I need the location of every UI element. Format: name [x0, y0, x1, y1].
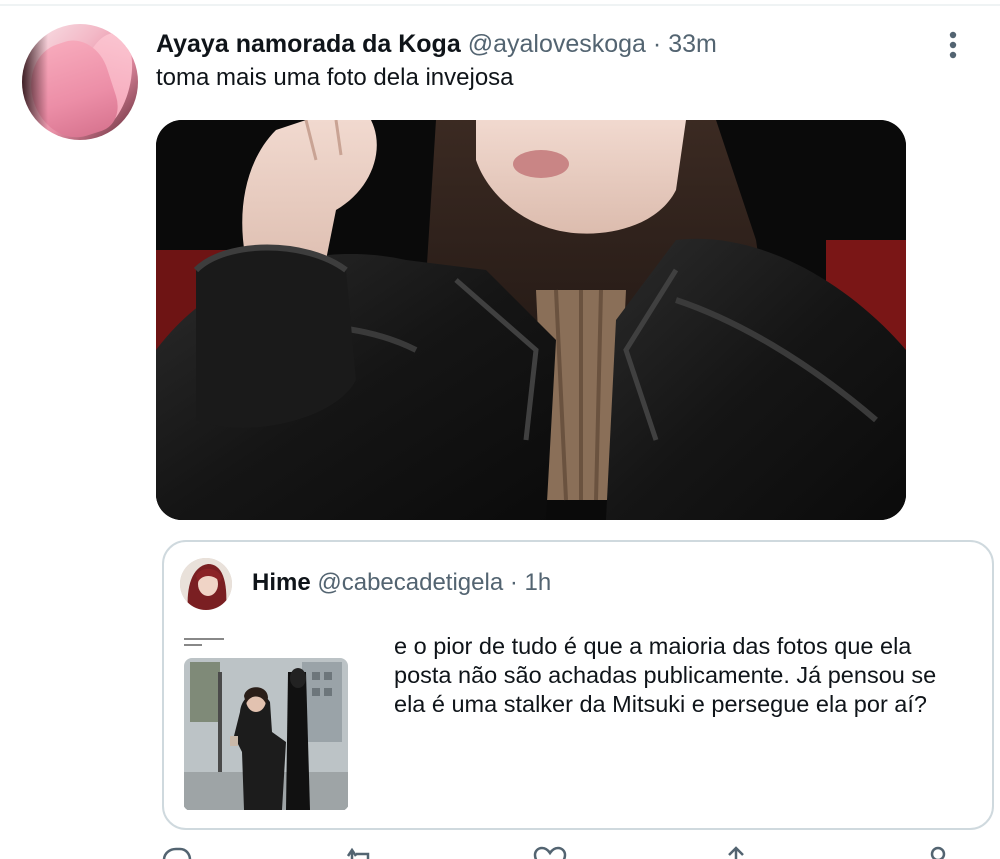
reply-icon[interactable]	[158, 846, 194, 859]
street-photo-thumbnail	[182, 632, 350, 812]
tweet-text: toma mais uma foto dela invejosa	[156, 64, 514, 91]
quoted-header: Hime @cabecadetigela · 1h	[252, 568, 551, 598]
separator-dot: ·	[652, 30, 662, 58]
tweet-actions	[0, 836, 1000, 859]
top-divider	[0, 4, 1000, 6]
quoted-timestamp[interactable]: 1h	[525, 569, 552, 596]
quoted-thumbnail[interactable]	[182, 632, 350, 812]
separator-dot: ·	[509, 569, 518, 596]
timeline: Ayaya namorada da Koga @ayaloveskoga · 3…	[0, 0, 1000, 859]
avatar[interactable]	[22, 24, 138, 140]
avatar-shadow	[22, 24, 48, 140]
display-name[interactable]: Ayaya namorada da Koga	[156, 30, 461, 58]
like-icon[interactable]	[532, 846, 568, 859]
hime-avatar-image	[180, 558, 232, 610]
analytics-icon[interactable]	[920, 846, 956, 859]
photo-leather-jacket	[156, 120, 906, 520]
tweet-header: Ayaya namorada da Koga @ayaloveskoga · 3…	[156, 28, 717, 60]
quoted-display-name[interactable]: Hime	[252, 569, 311, 596]
retweet-icon[interactable]	[342, 846, 378, 859]
timestamp[interactable]: 33m	[668, 30, 717, 58]
tweet-photo[interactable]	[156, 120, 906, 520]
quoted-avatar[interactable]	[180, 558, 232, 610]
user-handle[interactable]: @ayaloveskoga	[468, 30, 646, 58]
quoted-text: e o pior de tudo é que a maioria das fot…	[394, 633, 937, 717]
more-vertical-icon[interactable]	[940, 30, 966, 60]
quoted-user-handle[interactable]: @cabecadetigela	[317, 569, 503, 596]
share-icon[interactable]	[718, 846, 754, 859]
